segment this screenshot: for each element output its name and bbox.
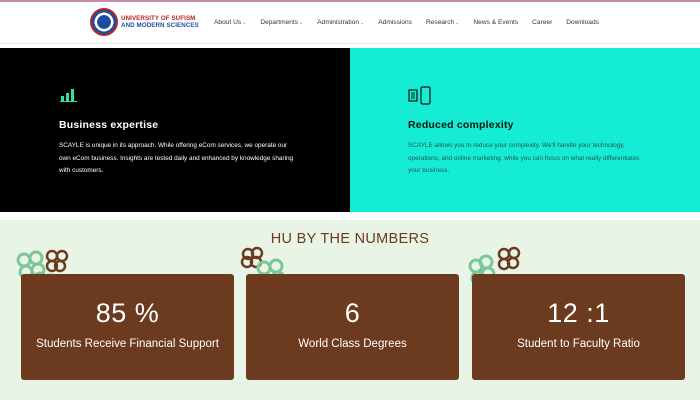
- menu-label: Career: [532, 19, 553, 26]
- university-seal-icon: [90, 8, 118, 36]
- menu-label: Downloads: [566, 19, 599, 26]
- feature-description: SCAYLE is unique in its approach. While …: [59, 142, 294, 174]
- stat-card-financial-support: 85 % Students Receive Financial Support: [21, 274, 234, 380]
- menu-label: Administration: [317, 19, 360, 26]
- menu-label: Research: [425, 19, 455, 26]
- bar-chart-icon: [60, 86, 78, 107]
- stat-label: Student to Faculty Ratio: [517, 338, 640, 350]
- chevron-down-icon: ⌄: [360, 20, 365, 26]
- logo-line-2: AND MODERN SCIENCES: [121, 22, 199, 29]
- feature-title: Reduced complexity: [408, 119, 514, 131]
- menu-label: About Us: [214, 19, 242, 26]
- menu-item-news-events[interactable]: News & Events: [473, 19, 518, 26]
- menu-item-downloads[interactable]: Downloads: [566, 19, 599, 26]
- chevron-down-icon: ⌄: [455, 20, 460, 26]
- menu-item-departments[interactable]: Departments⌄: [260, 19, 303, 26]
- menu-item-career[interactable]: Career: [532, 19, 552, 26]
- logo-line-1: UNIVERSITY OF SUFISM: [121, 15, 196, 22]
- stat-value: 85 %: [95, 298, 160, 328]
- feature-reduced-complexity: Reduced complexity SCAYLE allows you to …: [350, 48, 700, 212]
- top-navigation: UNIVERSITY OF SUFISM AND MODERN SCIENCES…: [0, 0, 700, 44]
- feature-description: SCAYLE allows you to reduce your complex…: [408, 142, 640, 174]
- menu-label: Departments: [260, 19, 299, 26]
- stat-label: Students Receive Financial Support: [36, 338, 219, 350]
- stat-card-faculty-ratio: 12 :1 Student to Faculty Ratio: [472, 274, 685, 380]
- menu-item-research[interactable]: Research⌄: [426, 19, 459, 26]
- menu-item-about-us[interactable]: About Us⌄: [214, 19, 246, 26]
- logo-text: UNIVERSITY OF SUFISM AND MODERN SCIENCES: [121, 15, 199, 29]
- stat-label: World Class Degrees: [298, 338, 407, 350]
- chevron-down-icon: ⌄: [299, 20, 304, 26]
- main-menu: About Us⌄ Departments⌄ Administration⌄ A…: [214, 19, 613, 26]
- menu-item-administration[interactable]: Administration⌄: [317, 19, 364, 26]
- stat-card-degrees: 6 World Class Degrees: [246, 274, 459, 380]
- stat-value: 12 :1: [547, 298, 610, 328]
- numbers-section-title: HU BY THE NUMBERS: [270, 231, 430, 247]
- menu-label: Admissions: [378, 19, 412, 26]
- feature-title: Business expertise: [59, 119, 159, 131]
- menu-item-admissions[interactable]: Admissions: [378, 19, 412, 26]
- university-logo[interactable]: UNIVERSITY OF SUFISM AND MODERN SCIENCES: [90, 8, 199, 36]
- stat-value: 6: [344, 298, 361, 328]
- devices-icon: [408, 86, 432, 111]
- feature-business-expertise: Business expertise SCAYLE is unique in i…: [0, 48, 350, 212]
- chevron-down-icon: ⌄: [242, 20, 247, 26]
- menu-label: News & Events: [473, 19, 519, 26]
